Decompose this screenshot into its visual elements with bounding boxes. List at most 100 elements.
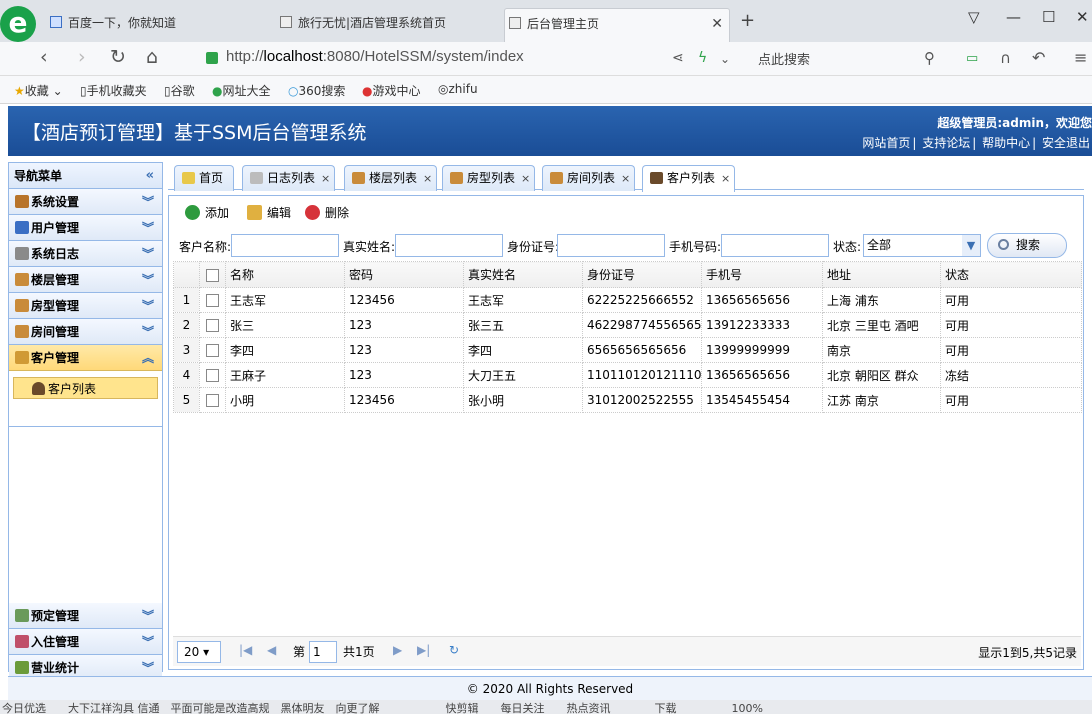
undo-icon[interactable]: ↶ bbox=[1032, 48, 1045, 67]
search-icon[interactable]: ⚲ bbox=[924, 49, 935, 67]
edit-button[interactable]: 编辑 bbox=[247, 204, 291, 221]
last-page-icon[interactable]: ▶| bbox=[417, 643, 430, 657]
table-row[interactable]: 5 小明 123456 张小明 31012002522555 13545455454 江苏 … bbox=[173, 387, 1082, 413]
chevron-down-icon[interactable]: ︾ bbox=[142, 629, 154, 655]
content-tab[interactable]: 首页 bbox=[174, 165, 235, 191]
row-checkbox-cell[interactable] bbox=[199, 337, 226, 363]
chevron-down-icon[interactable]: ︾ bbox=[142, 319, 154, 345]
sidebar-item[interactable]: 房型管理 ︾ bbox=[9, 293, 162, 319]
prev-page-icon[interactable]: ◀ bbox=[267, 643, 276, 657]
sidebar-item[interactable]: 用户管理 ︾ bbox=[9, 215, 162, 241]
column-header[interactable]: 名称 bbox=[225, 261, 345, 288]
sidebar-item[interactable]: 系统日志 ︾ bbox=[9, 241, 162, 267]
chevron-down-icon[interactable]: ︾ bbox=[142, 189, 154, 215]
table-row[interactable]: 1 王志军 123456 王志军 62225225666552 13656565656 上海… bbox=[173, 287, 1082, 313]
content-tab[interactable]: 楼层列表 × bbox=[344, 165, 438, 191]
status-select[interactable]: 全部 ▼ bbox=[863, 234, 981, 257]
table-row[interactable]: 4 王麻子 123 大刀王五 1101101201211101 13656565656 北京… bbox=[173, 362, 1082, 388]
link-logout[interactable]: 安全退出 bbox=[1042, 136, 1090, 150]
menu-icon[interactable]: ≡ bbox=[1074, 48, 1087, 67]
column-header[interactable]: 状态 bbox=[940, 261, 1082, 288]
customer-name-input[interactable] bbox=[231, 234, 339, 257]
browser-tab-2[interactable]: 旅行无忧|酒店管理系统首页 bbox=[276, 8, 500, 42]
bookmark-zhifu[interactable]: ◎zhifu bbox=[438, 82, 478, 96]
bookmark-games[interactable]: ●游戏中心 bbox=[362, 82, 421, 99]
chevron-down-icon[interactable]: ︾ bbox=[142, 267, 154, 293]
maximize-icon[interactable]: ☐ bbox=[1042, 8, 1055, 26]
bookmark-360[interactable]: ○360搜索 bbox=[288, 82, 345, 99]
first-page-icon[interactable]: |◀ bbox=[239, 643, 252, 657]
back-icon[interactable]: ‹ bbox=[40, 46, 48, 68]
chevron-down-icon[interactable]: ︾ bbox=[142, 603, 154, 629]
chevron-up-icon[interactable]: ︽ bbox=[142, 345, 154, 371]
sidebar-item[interactable]: 客户管理 ︽ bbox=[9, 345, 162, 371]
column-header[interactable]: 身份证号 bbox=[582, 261, 702, 288]
chevron-down-icon[interactable]: ︾ bbox=[142, 215, 154, 241]
mobile-input[interactable] bbox=[721, 234, 829, 257]
new-tab-button[interactable]: + bbox=[740, 10, 755, 31]
headphones-icon[interactable]: ∩ bbox=[1000, 49, 1011, 67]
bookmark-mobile[interactable]: ▯手机收藏夹 bbox=[80, 82, 147, 99]
row-checkbox-cell[interactable] bbox=[199, 312, 226, 338]
realname-input[interactable] bbox=[395, 234, 503, 257]
close-icon[interactable]: × bbox=[621, 172, 630, 185]
home-icon[interactable]: ⌂ bbox=[146, 46, 158, 68]
collapse-icon[interactable]: « bbox=[146, 163, 154, 189]
sidebar-item[interactable]: 系统设置 ︾ bbox=[9, 189, 162, 215]
sidebar-item[interactable]: 预定管理 ︾ bbox=[9, 603, 162, 629]
row-checkbox-cell[interactable] bbox=[199, 362, 226, 388]
table-row[interactable]: 2 张三 123 张三五 4622987745565656 13912233333 北京 三… bbox=[173, 312, 1082, 338]
battery-icon[interactable]: ▭ bbox=[966, 51, 978, 66]
content-tab[interactable]: 客户列表 × bbox=[642, 165, 736, 192]
page-number-input[interactable]: 1 bbox=[309, 641, 337, 663]
row-checkbox-cell[interactable] bbox=[199, 387, 226, 413]
delete-button[interactable]: 删除 bbox=[305, 204, 349, 221]
url-text[interactable]: http://localhost:8080/HotelSSM/system/in… bbox=[226, 48, 524, 65]
close-window-icon[interactable]: ✕ bbox=[1076, 8, 1089, 26]
sidebar-item[interactable]: 入住管理 ︾ bbox=[9, 629, 162, 655]
reload-icon[interactable]: ↻ bbox=[110, 46, 126, 68]
row-checkbox[interactable] bbox=[206, 294, 219, 307]
chevron-down-icon[interactable]: ⌄ bbox=[720, 52, 730, 66]
browser-tab-3[interactable]: 后台管理主页 ✕ bbox=[504, 8, 730, 42]
content-tab[interactable]: 日志列表 × bbox=[242, 165, 336, 191]
select-all-checkbox[interactable] bbox=[206, 268, 219, 282]
table-row[interactable]: 3 李四 123 李四 6565656565656 13999999999 南京 可用 bbox=[173, 337, 1082, 363]
content-tab[interactable]: 房型列表 × bbox=[442, 165, 536, 191]
column-header[interactable]: 真实姓名 bbox=[463, 261, 583, 288]
row-checkbox[interactable] bbox=[206, 319, 219, 332]
row-checkbox-cell[interactable] bbox=[199, 287, 226, 313]
lightning-icon[interactable]: ϟ bbox=[698, 50, 707, 66]
link-home[interactable]: 网站首页 bbox=[862, 136, 910, 150]
row-checkbox[interactable] bbox=[206, 369, 219, 382]
sidebar-item[interactable]: 房间管理 ︾ bbox=[9, 319, 162, 345]
add-button[interactable]: 添加 bbox=[185, 204, 229, 221]
row-checkbox[interactable] bbox=[206, 344, 219, 357]
page-size-select[interactable]: 20 ▾ bbox=[177, 641, 221, 663]
close-icon[interactable]: × bbox=[721, 172, 730, 185]
share-icon[interactable]: ⋖ bbox=[672, 50, 684, 66]
column-header[interactable]: 密码 bbox=[344, 261, 464, 288]
refresh-icon[interactable]: ↻ bbox=[449, 643, 459, 657]
close-tab-icon[interactable]: ✕ bbox=[711, 9, 723, 39]
close-icon[interactable]: × bbox=[521, 172, 530, 185]
shirt-icon[interactable]: ▽ bbox=[968, 8, 980, 26]
column-header[interactable]: 手机号 bbox=[701, 261, 823, 288]
column-header[interactable]: 地址 bbox=[822, 261, 941, 288]
link-help[interactable]: 帮助中心 bbox=[982, 136, 1030, 150]
forward-icon[interactable]: › bbox=[78, 46, 86, 68]
select-all-checkbox-cell[interactable] bbox=[199, 261, 226, 288]
browser-tab-1[interactable]: 百度一下，你就知道 bbox=[46, 8, 266, 42]
sidebar-subitem-customer-list[interactable]: 客户列表 bbox=[13, 377, 158, 399]
bookmark-favorites[interactable]: ★收藏 ⌄ bbox=[14, 82, 63, 99]
next-page-icon[interactable]: ▶ bbox=[393, 643, 402, 657]
search-button[interactable]: 搜索 bbox=[987, 233, 1067, 258]
idcard-input[interactable] bbox=[557, 234, 665, 257]
chevron-down-icon[interactable]: ︾ bbox=[142, 293, 154, 319]
bookmark-hao[interactable]: ●网址大全 bbox=[212, 82, 271, 99]
sidebar-item[interactable]: 楼层管理 ︾ bbox=[9, 267, 162, 293]
bookmark-google[interactable]: ▯谷歌 bbox=[164, 82, 195, 99]
link-forum[interactable]: 支持论坛 bbox=[922, 136, 970, 150]
content-tab[interactable]: 房间列表 × bbox=[542, 165, 636, 191]
minimize-icon[interactable]: — bbox=[1006, 8, 1021, 26]
